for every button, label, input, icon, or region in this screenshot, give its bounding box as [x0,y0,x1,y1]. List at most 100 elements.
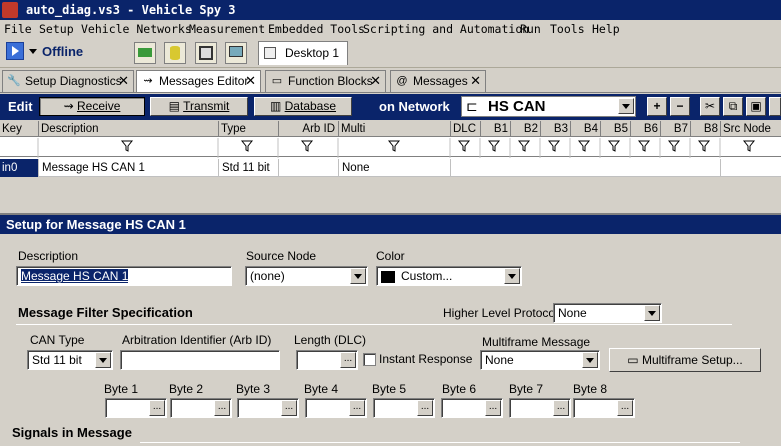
higher-level-select[interactable]: None [553,303,662,323]
col-header-b3[interactable]: B3 [540,121,570,137]
table-row[interactable]: in0 Message HS CAN 1 Std 11 bit None [0,159,781,177]
can-type-select[interactable]: Std 11 bit [27,350,113,370]
ellipsis-icon[interactable]: ... [485,400,501,416]
monitor-icon[interactable] [225,42,247,64]
tab-label: Setup Diagnostics [25,74,122,88]
desktop-tab-label: Desktop 1 [285,46,340,60]
setup-header: Setup for Message HS CAN 1 [0,215,781,234]
ellipsis-icon[interactable]: ... [281,400,297,416]
copy-icon[interactable]: ⧉ [723,97,743,116]
menu-measurement[interactable]: Measurement [189,20,265,38]
multiframe-setup-label: Multiframe Setup... [641,353,743,367]
byte3-label: Byte 3 [236,382,271,396]
database-icon[interactable] [164,42,186,64]
ellipsis-icon[interactable]: ... [149,400,165,416]
filter-icon [120,140,134,152]
messages-grid: Key Description Type Arb ID Multi DLC B1… [0,121,781,177]
transmit-button[interactable]: ▤ Transmit [150,97,248,116]
desktop-tab[interactable]: Desktop 1 [258,41,348,65]
tab-messages[interactable]: @ Messages ✕ [390,70,486,92]
col-header-b7[interactable]: B7 [660,121,690,137]
source-node-select[interactable]: (none) [245,266,368,286]
byte7-field[interactable]: ... [509,398,571,418]
filter-icon [240,140,254,152]
col-header-b8[interactable]: B8 [690,121,720,137]
description-field[interactable]: Message HS CAN 1 [16,266,232,286]
col-header-type[interactable]: Type [218,121,278,137]
multiframe-setup-button[interactable]: ▭ Multiframe Setup... [609,348,761,372]
color-select[interactable]: Custom... [376,266,522,286]
multiframe-select[interactable]: None [480,350,600,370]
ellipsis-icon[interactable]: ... [553,400,569,416]
byte3-field[interactable]: ... [237,398,299,418]
grid-empty-area [0,177,781,213]
receive-icon: ⇝ [63,99,78,113]
play-icon[interactable] [6,42,24,60]
col-header-description[interactable]: Description [38,121,218,137]
close-icon[interactable]: ✕ [370,71,381,91]
tab-setup-diagnostics[interactable]: 🔧 Setup Diagnostics ✕ [2,70,134,92]
menu-file[interactable]: File [4,20,32,38]
cut-icon[interactable]: ✂ [700,97,720,116]
col-header-arb-id[interactable]: Arb ID [278,121,338,137]
byte6-field[interactable]: ... [441,398,503,418]
menu-setup[interactable]: Setup [39,20,74,38]
menu-vehicle-networks[interactable]: Vehicle Networks [81,20,192,38]
col-header-b2[interactable]: B2 [510,121,540,137]
byte4-field[interactable]: ... [305,398,367,418]
col-header-key[interactable]: Key [0,121,38,137]
chevron-down-icon[interactable] [618,98,634,114]
close-icon[interactable]: ✕ [118,71,129,91]
chevron-down-icon[interactable] [350,268,366,284]
col-header-b5[interactable]: B5 [600,121,630,137]
chevron-down-icon[interactable] [582,352,598,368]
byte8-field[interactable]: ... [573,398,635,418]
ellipsis-icon[interactable]: ... [349,400,365,416]
receive-button[interactable]: ⇝ Receive [39,97,145,116]
app-icon [2,2,18,18]
save-icon[interactable] [195,42,217,64]
filter-icon [742,140,756,152]
more-icon[interactable] [769,97,781,116]
instant-response-label: Instant Response [379,352,473,366]
ellipsis-icon[interactable]: ... [617,400,633,416]
col-header-src-node[interactable]: Src Node [720,121,781,137]
hardware-icon[interactable] [134,42,156,64]
dropdown-arrow-icon[interactable] [29,49,37,54]
instant-response-checkbox[interactable] [363,353,376,366]
col-header-multi[interactable]: Multi [338,121,450,137]
chevron-down-icon[interactable] [504,268,520,284]
length-field[interactable]: ... [296,350,358,370]
ellipsis-icon[interactable]: ... [214,400,230,416]
ellipsis-icon[interactable]: ... [417,400,433,416]
col-header-dlc[interactable]: DLC [450,121,480,137]
menu-scripting[interactable]: Scripting and Automation [363,20,529,38]
byte1-field[interactable]: ... [105,398,167,418]
byte2-field[interactable]: ... [170,398,232,418]
menu-help[interactable]: Help [592,20,620,38]
byte5-field[interactable]: ... [373,398,435,418]
row-key: in0 [0,159,38,177]
arb-id-field[interactable] [120,350,280,370]
col-header-b1[interactable]: B1 [480,121,510,137]
menu-run[interactable]: Run [520,20,541,38]
tab-function-blocks[interactable]: ▭ Function Blocks ✕ [265,70,386,92]
database-button[interactable]: ▥ Database [254,97,352,116]
window-title: auto_diag.vs3 - Vehicle Spy 3 [26,3,236,17]
menu-tools[interactable]: Tools [550,20,585,38]
network-select[interactable]: ⊏ HS CAN [461,96,636,117]
chevron-down-icon[interactable] [644,305,660,321]
remove-icon[interactable]: − [670,97,690,116]
menu-embedded-tools[interactable]: Embedded Tools [268,20,365,38]
tab-messages-editor[interactable]: ⇝ Messages Editor ✕ [136,70,261,92]
close-icon[interactable]: ✕ [470,71,481,91]
add-icon[interactable]: + [647,97,667,116]
col-header-b6[interactable]: B6 [630,121,660,137]
chevron-down-icon[interactable] [95,352,111,368]
ellipsis-icon[interactable]: ... [340,352,356,368]
menu-bar: File Setup Vehicle Networks Measurement … [0,20,781,38]
filter-icon [487,140,501,152]
paste-icon[interactable]: ▣ [746,97,766,116]
close-icon[interactable]: ✕ [245,71,256,91]
col-header-b4[interactable]: B4 [570,121,600,137]
